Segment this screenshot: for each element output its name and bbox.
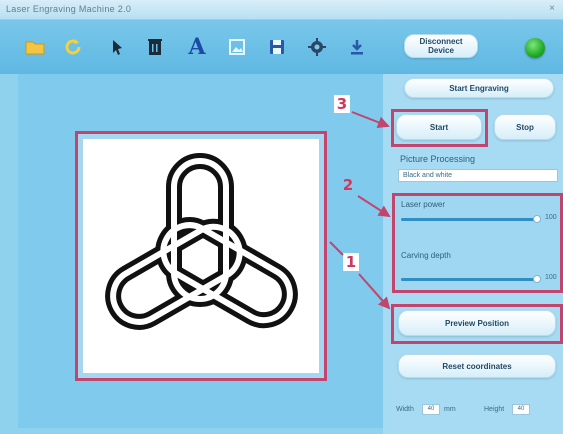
carving-depth-label: Carving depth: [401, 251, 451, 260]
text-icon[interactable]: A: [186, 34, 208, 60]
start-engraving-button[interactable]: Start Engraving: [404, 78, 554, 98]
close-icon[interactable]: ×: [549, 3, 555, 14]
mode-select[interactable]: Black and white: [398, 169, 558, 182]
open-folder-icon[interactable]: [24, 36, 46, 58]
laser-power-fill: [401, 218, 536, 221]
download-icon[interactable]: [346, 36, 368, 58]
size-inputs-row: Width 40 mm Height 40: [392, 400, 563, 420]
settings-icon[interactable]: [306, 36, 328, 58]
start-button[interactable]: Start: [396, 114, 482, 140]
preview-image[interactable]: [83, 139, 319, 373]
delete-icon[interactable]: [144, 36, 166, 58]
app-window: Laser Engraving Machine 2.0 × A Disconne…: [0, 0, 563, 434]
stop-button[interactable]: Stop: [494, 114, 556, 140]
carving-depth-value: 100: [545, 274, 557, 281]
callout-3: 3: [334, 95, 350, 113]
preview-image-frame: [75, 131, 327, 381]
refresh-icon[interactable]: [62, 36, 84, 58]
reset-coordinates-button[interactable]: Reset coordinates: [398, 354, 556, 378]
mouse-icon[interactable]: [106, 36, 128, 58]
width-input[interactable]: 40: [422, 404, 440, 415]
height-label: Height: [484, 406, 505, 413]
connection-status-indicator: [525, 38, 545, 58]
triple-link-logo-icon: [105, 153, 298, 330]
callout-2: 2: [342, 176, 354, 194]
picture-processing-label: Picture Processing: [400, 154, 476, 164]
preview-position-button[interactable]: Preview Position: [398, 310, 556, 336]
callout-1: 1: [343, 253, 359, 271]
carving-depth-slider[interactable]: [401, 275, 541, 283]
laser-power-slider[interactable]: [401, 215, 541, 223]
slider-group: Laser power 100 Carving depth 100: [392, 193, 563, 293]
laser-power-thumb[interactable]: [533, 215, 541, 223]
width-label: Width: [396, 406, 414, 413]
toolbar: A Disconnect Device: [0, 20, 563, 74]
height-input[interactable]: 40: [512, 404, 530, 415]
title-bar: Laser Engraving Machine 2.0 ×: [0, 0, 563, 20]
window-title: Laser Engraving Machine 2.0: [6, 4, 132, 14]
image-icon[interactable]: [226, 36, 248, 58]
width-unit-label: mm: [444, 406, 456, 413]
laser-power-value: 100: [545, 214, 557, 221]
carving-depth-fill: [401, 278, 536, 281]
carving-depth-thumb[interactable]: [533, 275, 541, 283]
save-icon[interactable]: [266, 36, 288, 58]
disconnect-device-button[interactable]: Disconnect Device: [404, 34, 478, 58]
laser-power-label: Laser power: [401, 200, 446, 209]
